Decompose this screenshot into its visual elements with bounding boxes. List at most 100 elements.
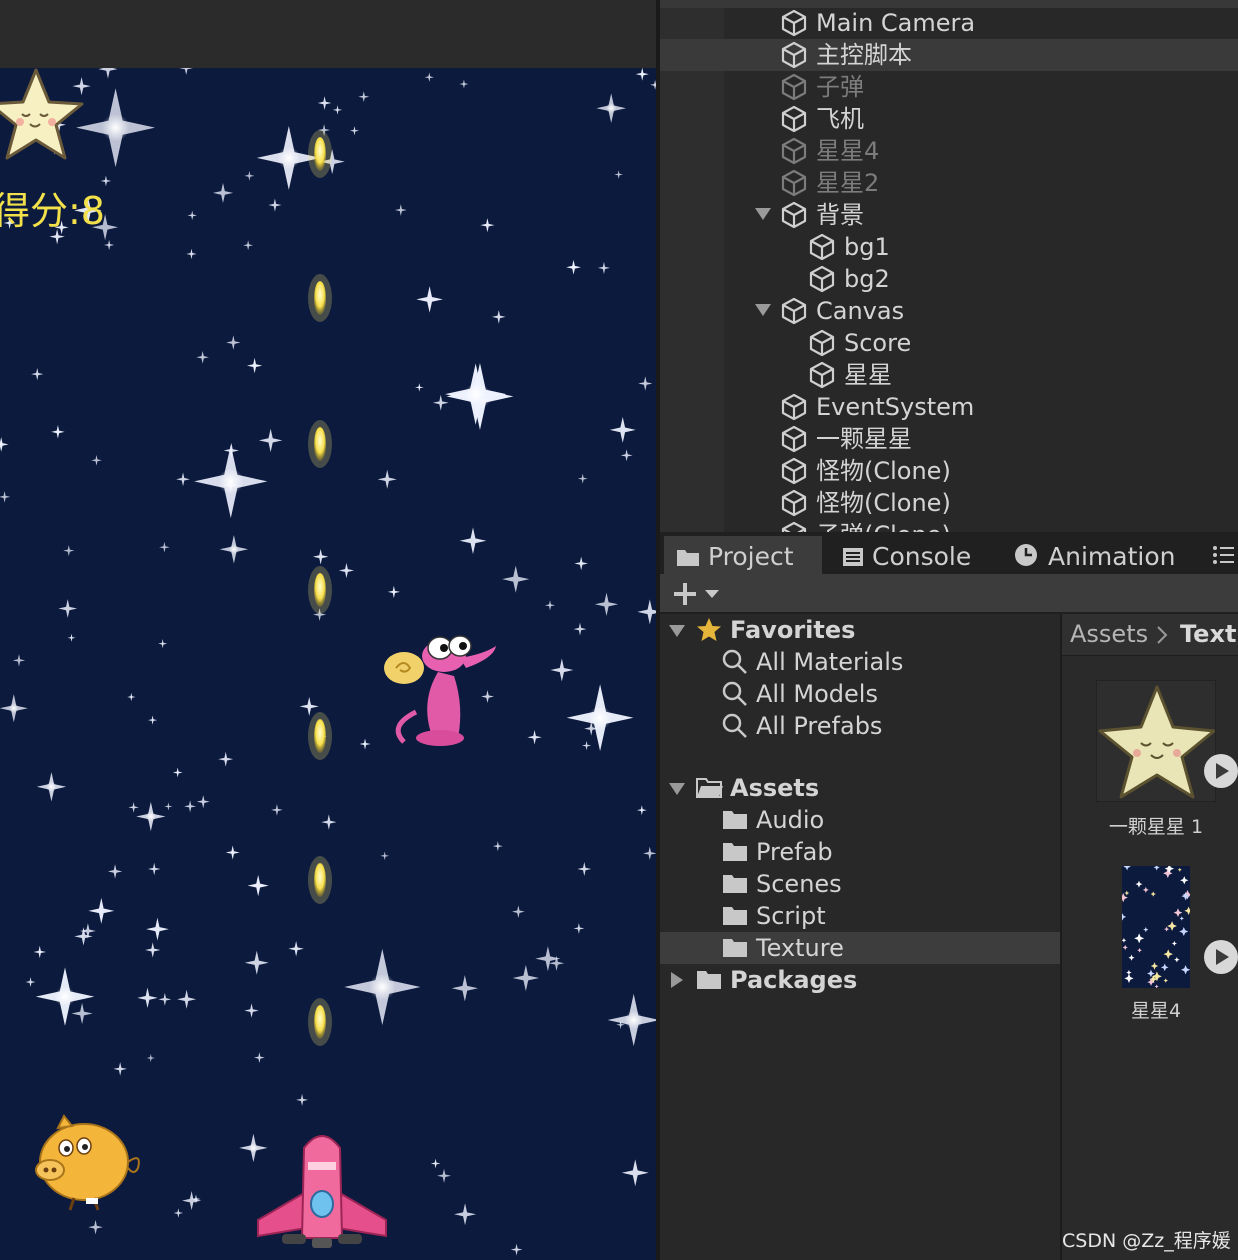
- tree-item-favorites[interactable]: Favorites: [660, 614, 1060, 646]
- hierarchy-panel[interactable]: Main Camera 主控脚本子弹飞机 星星4 星星2 背景 bg1 bg2 Canvas S…: [660, 0, 1238, 532]
- play-icon: [1216, 763, 1229, 779]
- panel-tab-bar: Project Console Animation: [660, 532, 1238, 574]
- tree-item-label: All Materials: [756, 648, 904, 676]
- pig-character: [35, 1114, 140, 1211]
- open-folder-icon: [696, 778, 723, 798]
- breadcrumb-assets[interactable]: Assets: [1070, 619, 1148, 649]
- expanded-arrow-icon[interactable]: [668, 780, 686, 798]
- favorites-label: Favorites: [730, 616, 856, 644]
- hierarchy-item[interactable]: 怪物(Clone): [660, 487, 1238, 519]
- hierarchy-item[interactable]: 星星4: [660, 135, 1238, 167]
- bullet: [308, 856, 332, 904]
- folder-icon: [723, 843, 747, 861]
- monster-creature: [384, 635, 496, 746]
- project-toolbar: [660, 574, 1238, 614]
- console-icon: [843, 548, 863, 566]
- asset-thumbnail[interactable]: [1122, 866, 1190, 988]
- asset-label: 一颗星星 1: [1108, 816, 1204, 838]
- player-plane: [257, 1135, 387, 1248]
- hierarchy-item-label: 一颗星星: [816, 425, 912, 453]
- hierarchy-item-label: 星星2: [816, 169, 880, 197]
- hierarchy-item[interactable]: Canvas: [660, 295, 1238, 327]
- expanded-arrow-icon[interactable]: [754, 205, 772, 223]
- create-button[interactable]: [672, 580, 724, 608]
- gameobject-cube-icon: [781, 73, 807, 101]
- folder-icon: [723, 811, 747, 829]
- tree-item-audio[interactable]: Audio: [660, 804, 1060, 836]
- gameobject-cube-icon: [809, 329, 835, 357]
- gameobject-cube-icon: [781, 9, 807, 37]
- breadcrumb-texture[interactable]: Textu: [1180, 619, 1238, 649]
- asset-thumbnail[interactable]: [1096, 680, 1216, 802]
- hierarchy-item[interactable]: 星星: [660, 359, 1238, 391]
- hierarchy-item-label: 怪物(Clone): [816, 489, 951, 517]
- hierarchy-item-label: 子弹(Clone): [816, 520, 951, 532]
- expand-asset-button[interactable]: [1204, 940, 1238, 974]
- bullet: [308, 420, 332, 468]
- hierarchy-item-label: Main Camera: [816, 9, 976, 37]
- tree-item-all-models[interactable]: All Models: [660, 678, 1060, 710]
- background-stars: [0, 68, 656, 1256]
- hierarchy-item[interactable]: bg2: [660, 263, 1238, 295]
- hierarchy-item[interactable]: bg1: [660, 231, 1238, 263]
- tree-item-label: All Models: [756, 680, 878, 708]
- collapsed-arrow-icon[interactable]: [668, 971, 686, 989]
- packages-label: Packages: [730, 966, 858, 994]
- tree-item-prefab[interactable]: Prefab: [660, 836, 1060, 868]
- tree-item-label: Audio: [756, 806, 825, 834]
- gameobject-cube-icon: [781, 489, 807, 517]
- watermark: CSDN @Zz_程序媛: [1062, 1230, 1231, 1252]
- tree-item-label: Script: [756, 902, 826, 930]
- gameobject-cube-icon: [781, 425, 807, 453]
- hierarchy-item[interactable]: 一颗星星: [660, 423, 1238, 455]
- hierarchy-item-label: Canvas: [816, 297, 905, 325]
- bullet: [308, 998, 332, 1046]
- hierarchy-item[interactable]: Main Camera: [660, 7, 1238, 39]
- search-icon: [722, 713, 747, 738]
- gameobject-cube-icon: [809, 265, 835, 293]
- hierarchy-item-label: 子弹: [816, 73, 864, 101]
- tab-project[interactable]: Project: [664, 536, 822, 574]
- hierarchy-item[interactable]: 主控脚本: [660, 39, 1238, 71]
- hierarchy-item[interactable]: 怪物(Clone): [660, 455, 1238, 487]
- hierarchy-item-label: 飞机: [816, 105, 864, 133]
- tree-item-texture[interactable]: Texture: [660, 932, 1060, 964]
- expanded-arrow-icon[interactable]: [668, 622, 686, 640]
- gameobject-cube-icon: [809, 361, 835, 389]
- gameobject-cube-icon: [781, 297, 807, 325]
- asset-browser: Assets Textu 一颗星星 1: [1062, 614, 1238, 1260]
- game-canvas: [0, 68, 656, 1256]
- gameobject-cube-icon: [781, 169, 807, 197]
- gameobject-cube-icon: [781, 457, 807, 485]
- hierarchy-item[interactable]: Score: [660, 327, 1238, 359]
- hierarchy-item[interactable]: 子弹: [660, 71, 1238, 103]
- tab-console[interactable]: Console: [826, 536, 986, 574]
- star-character: [0, 68, 84, 160]
- bullet: [308, 130, 332, 178]
- expanded-arrow-icon[interactable]: [754, 301, 772, 319]
- tree-item-assets[interactable]: Assets: [660, 772, 1060, 804]
- game-view[interactable]: 得分:8: [0, 68, 656, 1260]
- hierarchy-item[interactable]: 星星2: [660, 167, 1238, 199]
- hierarchy-item[interactable]: 背景: [660, 199, 1238, 231]
- hierarchy-item[interactable]: 飞机: [660, 103, 1238, 135]
- hierarchy-item[interactable]: EventSystem: [660, 391, 1238, 423]
- chevron-down-icon: [705, 590, 719, 598]
- asset-label: 星星4: [1130, 1000, 1182, 1022]
- tree-item-label: Prefab: [756, 838, 833, 866]
- tree-item-label: All Prefabs: [756, 712, 883, 740]
- tree-item-script[interactable]: Script: [660, 900, 1060, 932]
- tree-item-all-prefabs[interactable]: All Prefabs: [660, 710, 1060, 742]
- hierarchy-item-label: 主控脚本: [816, 41, 912, 69]
- panel-menu-icon[interactable]: [1212, 544, 1236, 566]
- hierarchy-item[interactable]: 子弹(Clone): [660, 519, 1238, 532]
- tree-item-packages[interactable]: Packages: [660, 964, 1060, 996]
- star-sprite-preview: [1098, 685, 1215, 799]
- tab-animation[interactable]: Animation: [1000, 536, 1200, 574]
- game-view-toolbar: [0, 0, 658, 68]
- tree-item-scenes[interactable]: Scenes: [660, 868, 1060, 900]
- assets-label: Assets: [730, 774, 820, 802]
- expand-asset-button[interactable]: [1204, 754, 1238, 788]
- tree-item-all-materials[interactable]: All Materials: [660, 646, 1060, 678]
- starfield-sprite-preview: [1122, 866, 1190, 988]
